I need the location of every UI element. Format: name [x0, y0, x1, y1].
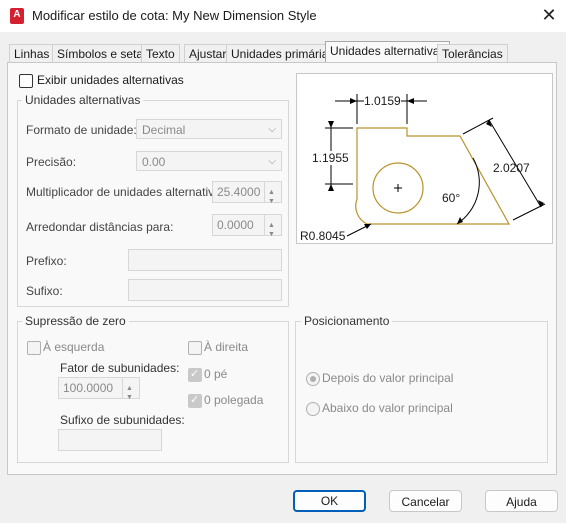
spinner-arrows[interactable]: ▲ ▼ [264, 182, 281, 205]
preview-dim-right: 2.0207 [493, 161, 530, 175]
subunit-suffix-label: Sufixo de subunidades: [60, 413, 185, 427]
subunit-factor-label: Fator de subunidades: [60, 361, 180, 375]
unit-format-select[interactable]: Decimal ⌵ [136, 119, 282, 139]
precision-label: Precisão: [26, 155, 77, 169]
close-icon[interactable]: ✕ [538, 4, 560, 26]
tab-unidades-primarias[interactable]: Unidades primárias [226, 44, 340, 63]
feet-checkbox[interactable] [188, 367, 202, 382]
cancel-button[interactable]: Cancelar [389, 490, 462, 512]
multiplier-value: 25.4000 [217, 185, 261, 199]
spinner-arrows[interactable]: ▲ ▼ [264, 215, 281, 238]
suffix-label: Sufixo: [26, 284, 63, 298]
after-primary-radio[interactable] [306, 372, 320, 386]
prefix-label: Prefixo: [26, 254, 67, 268]
subunit-factor-spinner[interactable]: 100.0000 ▲ ▼ [58, 377, 140, 401]
preview-dim-top: 1.0159 [364, 94, 401, 108]
below-primary-label: Abaixo do valor principal [322, 401, 453, 415]
tab-texto[interactable]: Texto [141, 44, 180, 63]
inches-checkbox[interactable] [188, 393, 202, 408]
round-value: 0.0000 [217, 218, 254, 232]
suffix-input[interactable] [128, 279, 282, 301]
multiplier-label: Multiplicador de unidades alternativas: [26, 185, 231, 199]
chevron-down-icon: ⌵ [268, 156, 276, 167]
round-spinner[interactable]: 0.0000 ▲ ▼ [212, 214, 282, 238]
preview-outline [355, 127, 511, 225]
window-title: Modificar estilo de cota: My New Dimensi… [32, 8, 317, 23]
preview-dim-radius: R0.8045 [300, 229, 346, 243]
display-alt-units-checkbox[interactable] [19, 74, 33, 88]
tab-simbolos-e-setas[interactable]: Símbolos e setas [52, 44, 155, 63]
placement-title: Posicionamento [301, 314, 393, 328]
trailing-label: À direita [204, 340, 249, 354]
help-button[interactable]: Ajuda [485, 490, 558, 512]
chevron-down-icon: ⌵ [268, 124, 276, 135]
trailing-checkbox[interactable] [188, 341, 202, 355]
round-label: Arredondar distâncias para: [26, 220, 174, 234]
preview-dim-angle: 60° [442, 191, 461, 205]
leading-checkbox[interactable] [27, 341, 41, 355]
feet-label: 0 pé [204, 367, 228, 381]
placement-group [295, 321, 548, 463]
inches-label: 0 polegada [204, 393, 264, 407]
unit-format-value: Decimal [142, 123, 186, 137]
preview-dim-left: 1.1955 [312, 151, 349, 165]
ok-button[interactable]: OK [293, 490, 366, 512]
tab-unidades-alternativas[interactable]: Unidades alternativas [325, 41, 451, 63]
autocad-app-icon: A [10, 8, 24, 24]
below-primary-radio[interactable] [306, 402, 320, 416]
tab-linhas[interactable]: Linhas [9, 44, 55, 63]
leading-label: À esquerda [43, 340, 105, 354]
tab-ajustar[interactable]: Ajustar [184, 44, 232, 63]
spinner-arrows[interactable]: ▲ ▼ [122, 378, 139, 401]
subunit-suffix-input[interactable] [58, 429, 162, 451]
dimension-preview: 1.0159 1.1955 2.0207 60° R0.8045 [296, 73, 553, 244]
multiplier-spinner[interactable]: 25.4000 ▲ ▼ [212, 181, 282, 205]
prefix-input[interactable] [128, 249, 282, 271]
zero-suppression-title: Supressão de zero [22, 314, 129, 328]
after-primary-label: Depois do valor principal [322, 371, 454, 385]
alt-units-group-title: Unidades alternativas [22, 93, 144, 107]
precision-select[interactable]: 0.00 ⌵ [136, 151, 282, 171]
tab-tolerancias[interactable]: Tolerâncias [437, 44, 508, 63]
precision-value: 0.00 [142, 155, 166, 169]
subunit-factor-value: 100.0000 [63, 381, 114, 395]
display-alt-units-label: Exibir unidades alternativas [37, 73, 184, 87]
unit-format-label: Formato de unidade: [26, 123, 137, 137]
